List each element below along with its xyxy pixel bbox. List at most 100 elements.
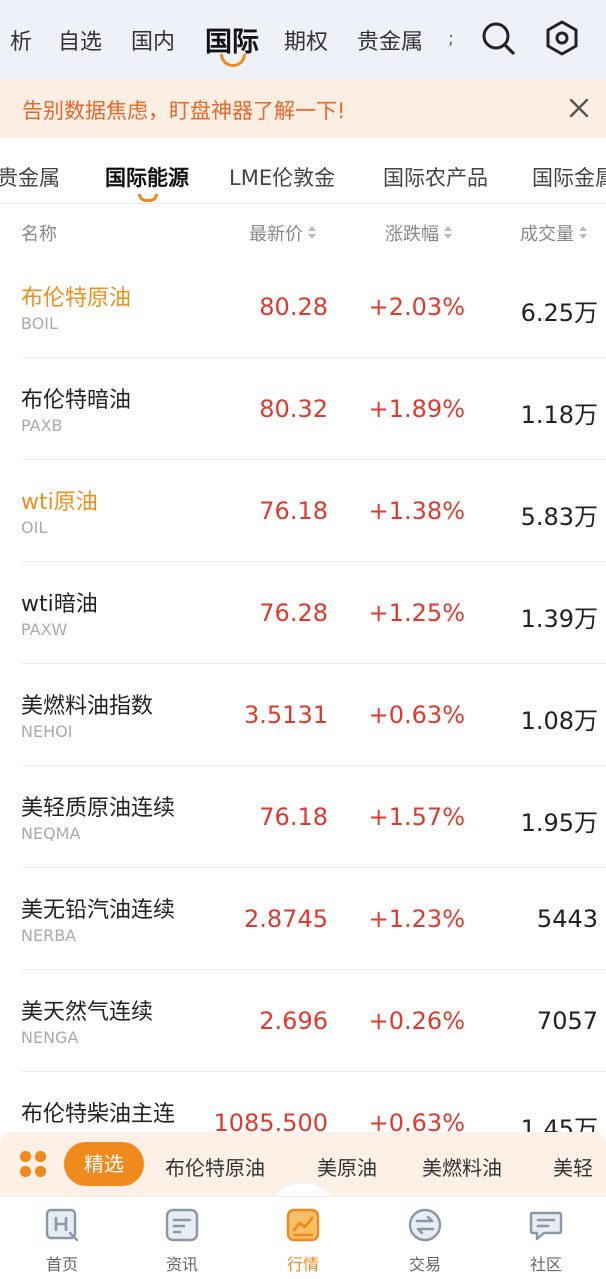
table-row[interactable]: 美无铅汽油连续 NERBA 2.8745 +1.23% 5443 <box>0 868 606 970</box>
subtab-precious-metals[interactable]: 贵金属 <box>0 162 60 192</box>
table-row[interactable]: 美轻质原油连续 NEQMA 76.18 +1.57% 1.95万 <box>0 766 606 868</box>
instrument-code: NEHOI <box>21 722 73 741</box>
volume: 7057 <box>536 1007 598 1035</box>
quote-list: 布伦特原油 BOIL 80.28 +2.03% 6.25万布伦特暗油 PAXB 80.32 +… <box>0 256 606 1132</box>
header-price-label: 最新价 <box>249 224 303 245</box>
grid-menu-icon[interactable] <box>18 1149 48 1179</box>
table-row[interactable]: 美燃料油指数 NEHOI 3.5131 +0.63% 1.08万 <box>0 664 606 766</box>
instrument-code: NENGA <box>21 1028 79 1047</box>
news-icon <box>165 1208 199 1242</box>
instrument-code: BOIL <box>21 314 58 333</box>
quick-item[interactable]: 布伦特原油 <box>165 1152 265 1181</box>
volume: 1.95万 <box>520 809 598 837</box>
nav-market-label: 行情 <box>286 1255 319 1274</box>
search-icon[interactable] <box>478 18 518 58</box>
change-percent: +2.03% <box>368 293 465 321</box>
banner-text[interactable]: 告别数据焦虑，盯盘神器了解一下! <box>22 95 345 125</box>
instrument-name: 美轻质原油连续 <box>21 796 176 821</box>
latest-price: 80.28 <box>259 293 328 321</box>
tab-options[interactable]: 期权 <box>284 24 328 56</box>
volume: 1.39万 <box>520 605 598 633</box>
sub-tabs: 贵金属 国际能源 LME伦敦金 国际农产品 国际金属 <box>0 138 606 204</box>
quick-item[interactable]: 美原油 <box>317 1152 377 1181</box>
nav-news-label: 资讯 <box>165 1255 198 1274</box>
quick-item[interactable]: 美轻 <box>553 1152 593 1181</box>
community-chat-icon <box>529 1211 563 1241</box>
nav-market[interactable]: 行情 <box>253 1197 353 1279</box>
instrument-code: OIL <box>21 518 48 537</box>
nav-trade[interactable]: 交易 <box>375 1197 475 1279</box>
quick-item[interactable]: 美燃料油 <box>422 1152 502 1181</box>
nav-community[interactable]: 社区 <box>496 1197 596 1279</box>
header-name: 名称 <box>21 224 57 245</box>
close-icon[interactable] <box>563 92 595 124</box>
change-percent: +0.63% <box>368 701 465 729</box>
latest-price: 76.18 <box>259 803 328 831</box>
tab-precious-metals[interactable]: 贵金属 <box>357 24 423 56</box>
market-chart-icon <box>286 1208 320 1242</box>
table-row[interactable]: wti暗油 PAXW 76.28 +1.25% 1.39万 <box>0 562 606 664</box>
header-volume[interactable]: 成交量 <box>520 220 588 246</box>
active-subtab-indicator <box>138 194 158 202</box>
header-volume-label: 成交量 <box>520 224 574 245</box>
latest-price: 80.32 <box>259 395 328 423</box>
volume: 1.45万 <box>520 1115 598 1132</box>
header-change-label: 涨跌幅 <box>385 224 439 245</box>
header-change[interactable]: 涨跌幅 <box>385 220 453 246</box>
promo-banner[interactable]: 告别数据焦虑，盯盘神器了解一下! <box>0 80 606 138</box>
volume: 5443 <box>536 905 598 933</box>
table-row[interactable]: wti原油 OIL 76.18 +1.38% 5.83万 <box>0 460 606 562</box>
instrument-name: wti原油 <box>21 490 98 515</box>
change-percent: +1.23% <box>368 905 465 933</box>
volume: 6.25万 <box>520 299 598 327</box>
instrument-name: 布伦特暗油 <box>21 388 132 413</box>
nav-home-label: 首页 <box>45 1255 78 1274</box>
subtab-intl-metals[interactable]: 国际金属 <box>532 162 606 192</box>
subtab-intl-agri[interactable]: 国际农产品 <box>383 162 488 192</box>
nav-community-label: 社区 <box>529 1255 562 1274</box>
bottom-nav: 首页 资讯 行情 交易 社区 <box>0 1196 606 1279</box>
table-row[interactable]: 美天然气连续 NENGA 2.696 +0.26% 7057 <box>0 970 606 1072</box>
table-header: 名称 最新价 涨跌幅 成交量 <box>0 204 606 256</box>
latest-price: 1085.500 <box>213 1109 328 1132</box>
change-percent: +0.63% <box>368 1109 465 1132</box>
instrument-code: PAXW <box>21 620 68 639</box>
change-percent: +0.26% <box>368 1007 465 1035</box>
home-h-icon <box>45 1208 79 1242</box>
subtab-intl-energy[interactable]: 国际能源 <box>105 162 189 192</box>
table-row[interactable]: 布伦特柴油主连 1085.500 +0.63% 1.45万 <box>0 1072 606 1132</box>
active-tab-indicator <box>220 54 246 67</box>
instrument-name: 布伦特原油 <box>21 286 132 311</box>
change-percent: +1.89% <box>368 395 465 423</box>
header-price[interactable]: 最新价 <box>249 220 317 246</box>
subtab-lme[interactable]: LME伦敦金 <box>229 162 335 192</box>
table-row[interactable]: 布伦特原油 BOIL 80.28 +2.03% 6.25万 <box>0 256 606 358</box>
sort-icon <box>307 225 317 241</box>
tab-watchlist[interactable]: 自选 <box>58 24 102 56</box>
instrument-name: 美无铅汽油连续 <box>21 898 176 923</box>
instrument-code: PAXB <box>21 416 63 435</box>
instrument-code: NERBA <box>21 926 77 945</box>
nav-news[interactable]: 资讯 <box>132 1197 232 1279</box>
nav-home[interactable]: 首页 <box>12 1197 112 1279</box>
trade-exchange-icon <box>408 1208 442 1242</box>
latest-price: 3.5131 <box>244 701 328 729</box>
nav-trade-label: 交易 <box>408 1255 441 1274</box>
instrument-name: 美燃料油指数 <box>21 694 154 719</box>
settings-hex-icon[interactable] <box>542 18 582 58</box>
change-percent: +1.38% <box>368 497 465 525</box>
latest-price: 2.696 <box>259 1007 328 1035</box>
table-row[interactable]: 布伦特暗油 PAXB 80.32 +1.89% 1.18万 <box>0 358 606 460</box>
tab-overflow-indicator: ; <box>448 28 455 49</box>
instrument-name: 美天然气连续 <box>21 1000 154 1025</box>
change-percent: +1.57% <box>368 803 465 831</box>
sort-icon <box>578 225 588 241</box>
volume: 5.83万 <box>520 503 598 531</box>
latest-price: 2.8745 <box>244 905 328 933</box>
tab-domestic[interactable]: 国内 <box>131 24 175 56</box>
instrument-code: NEQMA <box>21 824 81 843</box>
tab-analysis[interactable]: 析 <box>10 24 32 56</box>
change-percent: +1.25% <box>368 599 465 627</box>
instrument-name: 布伦特柴油主连 <box>21 1102 176 1127</box>
quick-selected-pill[interactable]: 精选 <box>64 1142 144 1186</box>
